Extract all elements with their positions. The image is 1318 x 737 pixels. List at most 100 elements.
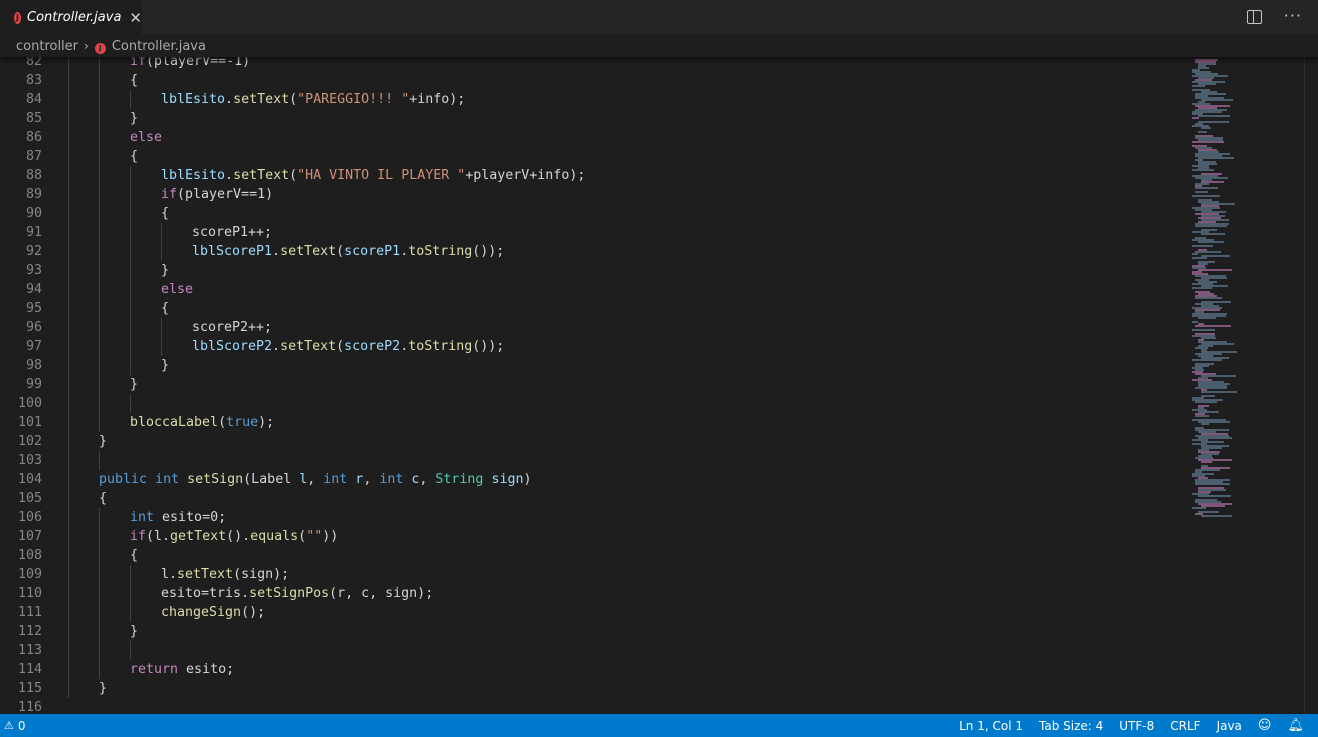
minimap-line — [1201, 423, 1210, 425]
minimap-line — [1201, 515, 1232, 517]
minimap-line — [1195, 415, 1210, 417]
indent-guide — [68, 413, 69, 432]
code-token: l. — [161, 567, 178, 582]
code-text: if(l.getText().equals("")) — [130, 527, 338, 546]
problems-indicator[interactable]: ⚠ 0 — [4, 719, 26, 733]
code-token: String — [435, 472, 484, 487]
code-token: . — [400, 339, 409, 354]
minimap[interactable] — [1188, 57, 1304, 714]
line-number: 114 — [17, 662, 42, 677]
vertical-scrollbar[interactable] — [1304, 57, 1318, 714]
code-token: int — [379, 472, 404, 487]
split-editor-icon[interactable] — [1246, 10, 1262, 24]
minimap-line — [1195, 191, 1208, 193]
end-of-line[interactable]: CRLF — [1170, 719, 1200, 733]
code-token: setText — [177, 567, 234, 582]
code-text: scoreP1++; — [192, 223, 272, 242]
cursor-position[interactable]: Ln 1, Col 1 — [959, 719, 1023, 733]
minimap-line — [1198, 67, 1209, 69]
code-token: ( — [298, 529, 307, 544]
indent-guide — [130, 223, 131, 242]
minimap-line — [1192, 141, 1225, 143]
code-text: lblEsito.setText("HA VINTO IL PLAYER "+p… — [161, 166, 585, 185]
code-token: if — [130, 529, 147, 544]
indent-guide — [68, 242, 69, 261]
indent-guide — [99, 546, 100, 565]
notifications-bell-icon[interactable]: 🔔︎ — [1287, 718, 1304, 733]
tab-size[interactable]: Tab Size: 4 — [1039, 719, 1103, 733]
line-number: 102 — [17, 434, 42, 449]
indent-guide — [68, 394, 69, 413]
indent-guide — [130, 356, 131, 375]
indent-guide — [130, 204, 131, 223]
code-token: setText — [233, 168, 290, 183]
indent-guide — [99, 527, 100, 546]
indent-guide — [68, 508, 69, 527]
indent-guide — [99, 413, 100, 432]
minimap-line — [1201, 127, 1212, 129]
code-text: { — [161, 299, 169, 318]
indent-guide — [130, 299, 131, 318]
code-token: setSign — [187, 472, 244, 487]
indent-guide — [68, 57, 69, 71]
code-token: else — [130, 130, 163, 145]
code-editor[interactable]: 82 if(playerV==-1) 83{84 lblEsito.setText("… — [0, 57, 1188, 714]
feedback-icon[interactable]: ☺ — [1258, 718, 1272, 733]
code-token: { — [161, 206, 170, 221]
indent-guide — [130, 318, 131, 337]
tab-controller-java[interactable]: J Controller.java ✕ — [0, 0, 142, 35]
code-token: public — [99, 472, 148, 487]
code-token: lblEsito — [161, 92, 226, 107]
file-encoding[interactable]: UTF-8 — [1119, 719, 1154, 733]
minimap-line — [1192, 245, 1213, 247]
indent-guide — [130, 166, 131, 185]
indent-guide — [161, 242, 162, 261]
indent-guide — [68, 622, 69, 641]
indent-guide — [68, 679, 69, 698]
indent-guide — [99, 641, 100, 660]
close-icon[interactable]: ✕ — [129, 9, 142, 27]
indent-guide — [68, 280, 69, 299]
breadcrumb-folder[interactable]: controller — [16, 39, 78, 54]
code-text: { — [161, 204, 169, 223]
line-number: 103 — [17, 453, 42, 468]
code-token: { — [130, 73, 139, 88]
code-token: if — [161, 187, 178, 202]
minimap-line — [1198, 131, 1207, 133]
code-token: playerV==-1 — [154, 57, 243, 69]
minimap-line — [1192, 329, 1215, 331]
indent-guide — [161, 318, 162, 337]
code-token: { — [99, 491, 108, 506]
code-token: sign — [491, 472, 524, 487]
code-token: ) — [242, 57, 251, 69]
indent-guide — [68, 565, 69, 584]
minimap-line — [1198, 157, 1234, 159]
minimap-line — [1192, 287, 1212, 289]
code-token: changeSign — [161, 605, 242, 620]
code-token: "HA VINTO IL PLAYER " — [297, 168, 466, 183]
code-text: { — [130, 71, 138, 90]
line-number: 108 — [17, 548, 42, 563]
line-number: 106 — [17, 510, 42, 525]
code-text: } — [99, 679, 107, 698]
line-number: 94 — [25, 282, 42, 297]
line-number: 89 — [25, 187, 42, 202]
line-number: 84 — [25, 92, 42, 107]
line-number: 104 — [17, 472, 42, 487]
language-mode[interactable]: Java — [1217, 719, 1242, 733]
line-number: 115 — [17, 681, 42, 696]
java-file-icon: J — [14, 11, 21, 24]
more-actions-icon[interactable]: ··· — [1284, 8, 1302, 24]
indent-guide — [99, 204, 100, 223]
indent-guide — [99, 223, 100, 242]
code-token: bloccaLabel — [130, 415, 219, 430]
minimap-line — [1192, 507, 1206, 509]
code-text: } — [130, 622, 138, 641]
code-token: } — [99, 434, 108, 449]
indent-guide — [68, 299, 69, 318]
code-token: ()); — [472, 244, 505, 259]
line-number: 85 — [25, 111, 42, 126]
line-number: 88 — [25, 168, 42, 183]
breadcrumb-file[interactable]: J Controller.java — [94, 39, 206, 54]
